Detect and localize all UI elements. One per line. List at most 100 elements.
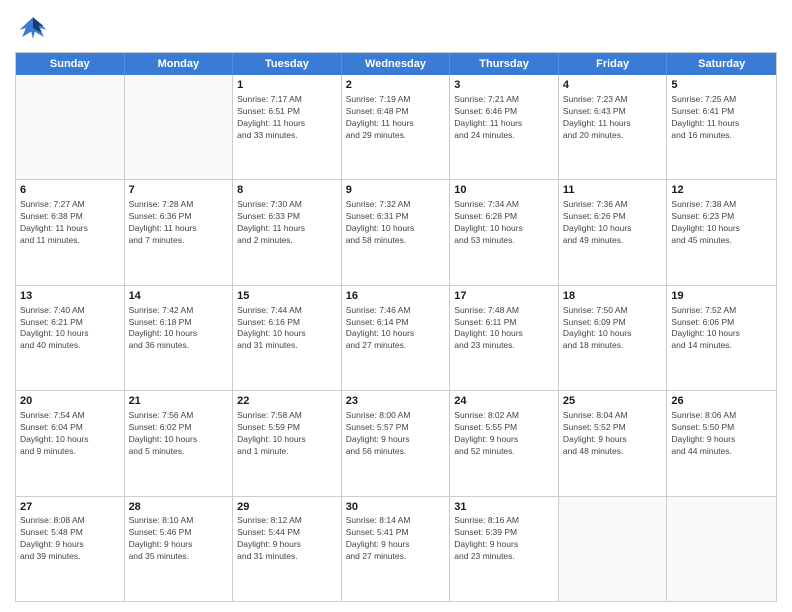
day-number: 30 [346,500,446,515]
day-info: Sunrise: 7:42 AM Sunset: 6:18 PM Dayligh… [129,305,229,353]
day-info: Sunrise: 7:40 AM Sunset: 6:21 PM Dayligh… [20,305,120,353]
day-info: Sunrise: 8:06 AM Sunset: 5:50 PM Dayligh… [671,410,772,458]
day-cell-20: 20Sunrise: 7:54 AM Sunset: 6:04 PM Dayli… [16,391,125,495]
calendar-row-4: 27Sunrise: 8:08 AM Sunset: 5:48 PM Dayli… [16,497,776,601]
calendar-row-3: 20Sunrise: 7:54 AM Sunset: 6:04 PM Dayli… [16,391,776,496]
day-info: Sunrise: 7:58 AM Sunset: 5:59 PM Dayligh… [237,410,337,458]
day-number: 28 [129,500,229,515]
day-info: Sunrise: 7:50 AM Sunset: 6:09 PM Dayligh… [563,305,663,353]
day-cell-11: 11Sunrise: 7:36 AM Sunset: 6:26 PM Dayli… [559,180,668,284]
empty-cell-0-1 [125,75,234,179]
day-cell-26: 26Sunrise: 8:06 AM Sunset: 5:50 PM Dayli… [667,391,776,495]
day-info: Sunrise: 7:28 AM Sunset: 6:36 PM Dayligh… [129,199,229,247]
day-number: 26 [671,394,772,409]
day-cell-8: 8Sunrise: 7:30 AM Sunset: 6:33 PM Daylig… [233,180,342,284]
empty-cell-0-0 [16,75,125,179]
day-number: 19 [671,289,772,304]
day-info: Sunrise: 7:36 AM Sunset: 6:26 PM Dayligh… [563,199,663,247]
day-number: 17 [454,289,554,304]
day-cell-31: 31Sunrise: 8:16 AM Sunset: 5:39 PM Dayli… [450,497,559,601]
weekday-header-saturday: Saturday [667,53,776,75]
day-cell-16: 16Sunrise: 7:46 AM Sunset: 6:14 PM Dayli… [342,286,451,390]
day-info: Sunrise: 7:34 AM Sunset: 6:28 PM Dayligh… [454,199,554,247]
day-number: 12 [671,183,772,198]
day-number: 13 [20,289,120,304]
day-number: 18 [563,289,663,304]
day-cell-29: 29Sunrise: 8:12 AM Sunset: 5:44 PM Dayli… [233,497,342,601]
day-info: Sunrise: 8:04 AM Sunset: 5:52 PM Dayligh… [563,410,663,458]
day-cell-13: 13Sunrise: 7:40 AM Sunset: 6:21 PM Dayli… [16,286,125,390]
day-cell-24: 24Sunrise: 8:02 AM Sunset: 5:55 PM Dayli… [450,391,559,495]
day-number: 1 [237,78,337,93]
day-info: Sunrise: 8:08 AM Sunset: 5:48 PM Dayligh… [20,515,120,563]
day-info: Sunrise: 7:52 AM Sunset: 6:06 PM Dayligh… [671,305,772,353]
day-cell-22: 22Sunrise: 7:58 AM Sunset: 5:59 PM Dayli… [233,391,342,495]
weekday-header-wednesday: Wednesday [342,53,451,75]
day-number: 7 [129,183,229,198]
day-cell-6: 6Sunrise: 7:27 AM Sunset: 6:38 PM Daylig… [16,180,125,284]
day-cell-15: 15Sunrise: 7:44 AM Sunset: 6:16 PM Dayli… [233,286,342,390]
day-info: Sunrise: 7:19 AM Sunset: 6:48 PM Dayligh… [346,94,446,142]
weekday-header-monday: Monday [125,53,234,75]
page: SundayMondayTuesdayWednesdayThursdayFrid… [0,0,792,612]
day-cell-3: 3Sunrise: 7:21 AM Sunset: 6:46 PM Daylig… [450,75,559,179]
header [15,10,777,46]
day-cell-27: 27Sunrise: 8:08 AM Sunset: 5:48 PM Dayli… [16,497,125,601]
day-info: Sunrise: 7:17 AM Sunset: 6:51 PM Dayligh… [237,94,337,142]
empty-cell-4-5 [559,497,668,601]
day-info: Sunrise: 7:46 AM Sunset: 6:14 PM Dayligh… [346,305,446,353]
day-number: 22 [237,394,337,409]
calendar-header: SundayMondayTuesdayWednesdayThursdayFrid… [16,53,776,75]
day-info: Sunrise: 7:38 AM Sunset: 6:23 PM Dayligh… [671,199,772,247]
day-info: Sunrise: 7:48 AM Sunset: 6:11 PM Dayligh… [454,305,554,353]
day-number: 14 [129,289,229,304]
logo [15,10,55,46]
day-info: Sunrise: 7:32 AM Sunset: 6:31 PM Dayligh… [346,199,446,247]
weekday-header-friday: Friday [559,53,668,75]
day-number: 2 [346,78,446,93]
day-info: Sunrise: 8:14 AM Sunset: 5:41 PM Dayligh… [346,515,446,563]
day-number: 3 [454,78,554,93]
day-info: Sunrise: 8:12 AM Sunset: 5:44 PM Dayligh… [237,515,337,563]
day-number: 5 [671,78,772,93]
day-cell-30: 30Sunrise: 8:14 AM Sunset: 5:41 PM Dayli… [342,497,451,601]
day-cell-19: 19Sunrise: 7:52 AM Sunset: 6:06 PM Dayli… [667,286,776,390]
day-number: 15 [237,289,337,304]
day-cell-2: 2Sunrise: 7:19 AM Sunset: 6:48 PM Daylig… [342,75,451,179]
day-info: Sunrise: 8:10 AM Sunset: 5:46 PM Dayligh… [129,515,229,563]
day-info: Sunrise: 7:27 AM Sunset: 6:38 PM Dayligh… [20,199,120,247]
day-cell-12: 12Sunrise: 7:38 AM Sunset: 6:23 PM Dayli… [667,180,776,284]
day-number: 29 [237,500,337,515]
empty-cell-4-6 [667,497,776,601]
day-cell-4: 4Sunrise: 7:23 AM Sunset: 6:43 PM Daylig… [559,75,668,179]
day-info: Sunrise: 8:16 AM Sunset: 5:39 PM Dayligh… [454,515,554,563]
day-number: 24 [454,394,554,409]
calendar-body: 1Sunrise: 7:17 AM Sunset: 6:51 PM Daylig… [16,75,776,601]
weekday-header-sunday: Sunday [16,53,125,75]
day-cell-5: 5Sunrise: 7:25 AM Sunset: 6:41 PM Daylig… [667,75,776,179]
calendar-row-0: 1Sunrise: 7:17 AM Sunset: 6:51 PM Daylig… [16,75,776,180]
weekday-header-tuesday: Tuesday [233,53,342,75]
day-cell-25: 25Sunrise: 8:04 AM Sunset: 5:52 PM Dayli… [559,391,668,495]
day-number: 25 [563,394,663,409]
day-number: 20 [20,394,120,409]
day-cell-1: 1Sunrise: 7:17 AM Sunset: 6:51 PM Daylig… [233,75,342,179]
calendar-row-1: 6Sunrise: 7:27 AM Sunset: 6:38 PM Daylig… [16,180,776,285]
day-info: Sunrise: 7:25 AM Sunset: 6:41 PM Dayligh… [671,94,772,142]
day-info: Sunrise: 7:56 AM Sunset: 6:02 PM Dayligh… [129,410,229,458]
day-cell-23: 23Sunrise: 8:00 AM Sunset: 5:57 PM Dayli… [342,391,451,495]
day-info: Sunrise: 7:21 AM Sunset: 6:46 PM Dayligh… [454,94,554,142]
day-number: 10 [454,183,554,198]
logo-icon [15,10,51,46]
day-cell-10: 10Sunrise: 7:34 AM Sunset: 6:28 PM Dayli… [450,180,559,284]
day-cell-14: 14Sunrise: 7:42 AM Sunset: 6:18 PM Dayli… [125,286,234,390]
day-info: Sunrise: 7:23 AM Sunset: 6:43 PM Dayligh… [563,94,663,142]
day-cell-21: 21Sunrise: 7:56 AM Sunset: 6:02 PM Dayli… [125,391,234,495]
day-cell-7: 7Sunrise: 7:28 AM Sunset: 6:36 PM Daylig… [125,180,234,284]
day-number: 21 [129,394,229,409]
day-cell-17: 17Sunrise: 7:48 AM Sunset: 6:11 PM Dayli… [450,286,559,390]
day-number: 4 [563,78,663,93]
day-number: 6 [20,183,120,198]
day-cell-28: 28Sunrise: 8:10 AM Sunset: 5:46 PM Dayli… [125,497,234,601]
day-number: 8 [237,183,337,198]
